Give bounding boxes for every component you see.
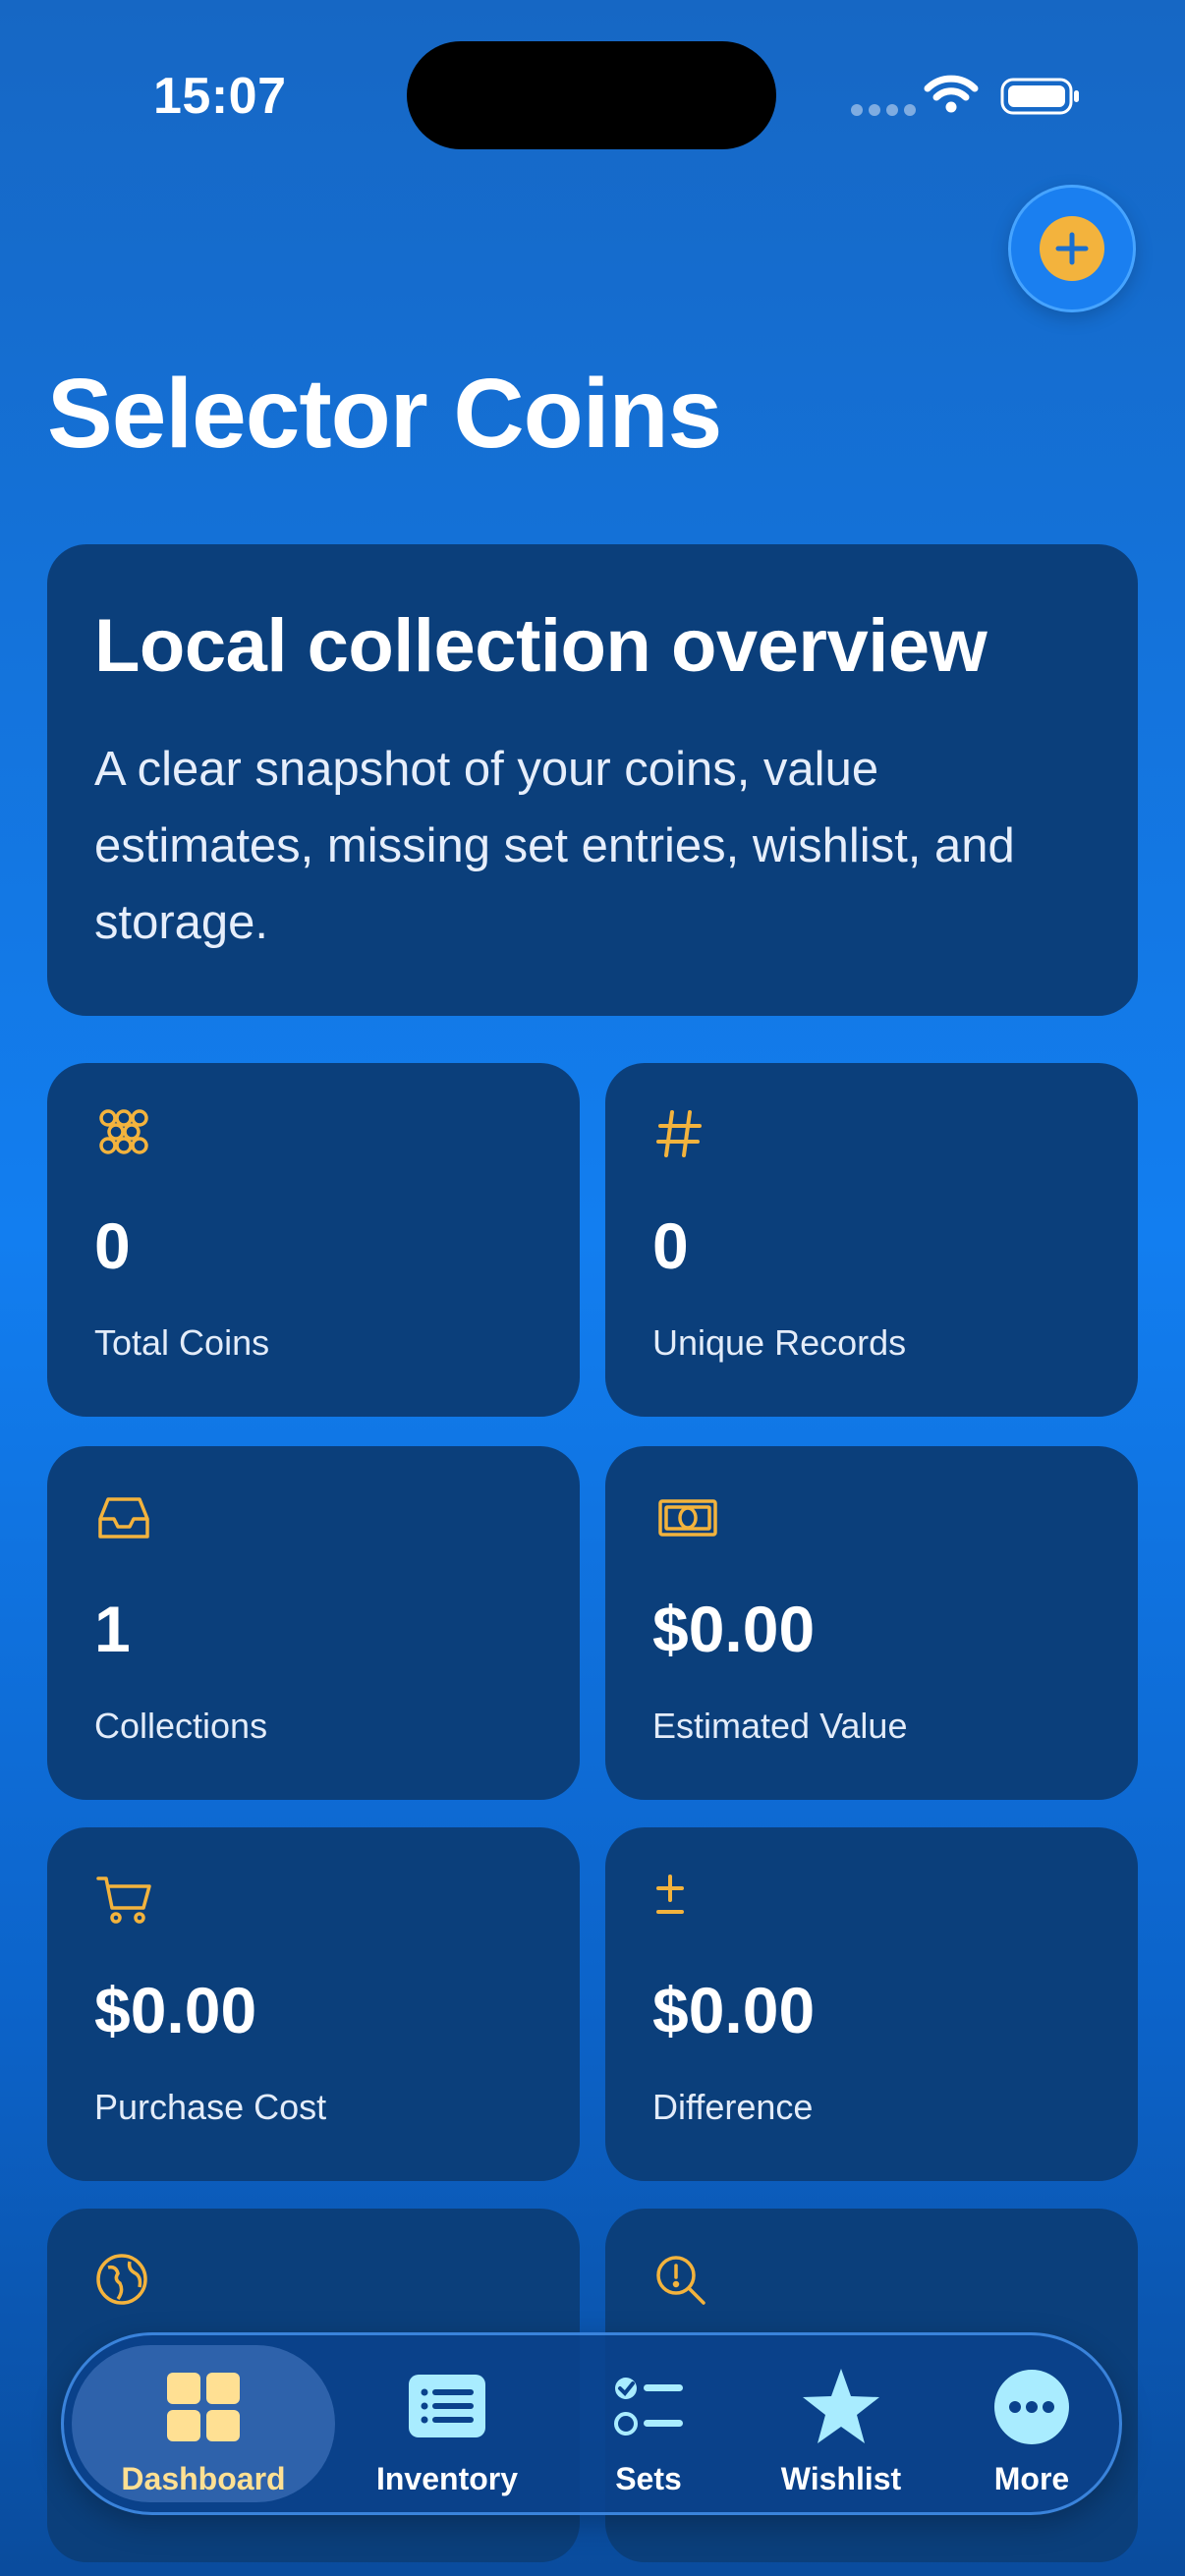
stat-value: 0 [652,1209,689,1282]
tab-more[interactable]: More [929,2345,1135,2502]
tab-wishlist[interactable]: Wishlist [738,2345,944,2502]
stat-card-unique-records[interactable]: 0 Unique Records [605,1063,1138,1417]
stat-value: 0 [94,1209,131,1282]
checklist-icon [614,2378,683,2436]
overview-title: Local collection overview [94,604,988,688]
add-coin-button[interactable] [1008,185,1136,312]
tab-label: Sets [615,2461,682,2496]
coins-icon [99,1109,148,1154]
magnifier-alert-icon [656,2256,705,2305]
hash-icon [656,1110,702,1157]
stat-value: $0.00 [652,1593,816,1665]
battery-icon [1000,78,1079,115]
tab-bar: Dashboard Inventory Sets Wishlist More [61,2332,1122,2515]
stat-label: Estimated Value [652,1706,908,1746]
tab-label: Inventory [375,2461,519,2496]
tab-sets[interactable]: Sets [545,2345,752,2502]
cellular-signal-icon [851,104,916,116]
stat-label: Unique Records [652,1322,907,1363]
stat-label: Purchase Cost [94,2087,327,2127]
overview-description: A clear snapshot of your coins, value es… [94,743,1015,949]
stat-value: $0.00 [94,1974,257,2046]
wifi-icon [924,75,979,113]
stat-card-difference[interactable]: $0.00 Difference [605,1827,1138,2181]
dynamic-island [407,41,776,149]
page-title: Selector Coins [47,359,722,469]
star-icon [803,2369,879,2443]
cart-icon [96,1876,151,1924]
stat-label: Collections [94,1706,268,1746]
stat-card-collections[interactable]: 1 Collections [47,1446,580,1800]
stat-card-purchase-cost[interactable]: $0.00 Purchase Cost [47,1827,580,2181]
status-time: 15:07 [153,68,287,125]
list-icon [409,2375,485,2437]
tab-label: Dashboard [121,2461,286,2496]
tab-inventory[interactable]: Inventory [344,2345,550,2502]
ellipsis-icon [994,2370,1069,2444]
stat-card-total-coins[interactable]: 0 Total Coins [47,1063,580,1417]
stat-value: 1 [94,1593,131,1665]
dashboard-grid-icon [167,2373,240,2441]
tab-dashboard[interactable]: Dashboard [72,2345,335,2502]
banknote-icon [658,1499,717,1537]
overview-card: Local collection overview A clear snapsh… [47,544,1138,1016]
plus-icon [1040,216,1104,281]
plus-minus-icon [656,1875,684,1914]
stat-label: Difference [652,2087,814,2127]
tab-label: More [993,2461,1070,2496]
stat-value: $0.00 [652,1974,816,2046]
globe-icon [96,2254,147,2305]
stat-label: Total Coins [94,1322,270,1363]
tray-icon [98,1497,149,1539]
tab-label: Wishlist [780,2461,902,2496]
stat-card-estimated-value[interactable]: $0.00 Estimated Value [605,1446,1138,1800]
